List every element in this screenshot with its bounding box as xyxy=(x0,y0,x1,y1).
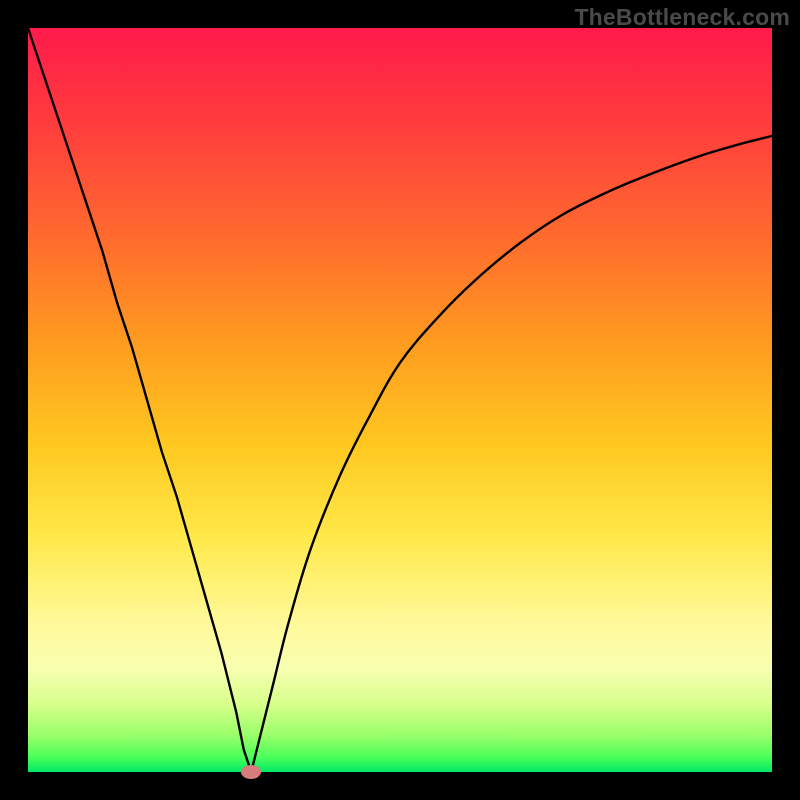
watermark-text: TheBottleneck.com xyxy=(574,4,790,31)
plot-area xyxy=(28,28,772,772)
chart-frame: TheBottleneck.com xyxy=(0,0,800,800)
curve-path xyxy=(28,28,772,772)
minimum-marker xyxy=(241,765,261,779)
bottleneck-curve xyxy=(28,28,772,772)
